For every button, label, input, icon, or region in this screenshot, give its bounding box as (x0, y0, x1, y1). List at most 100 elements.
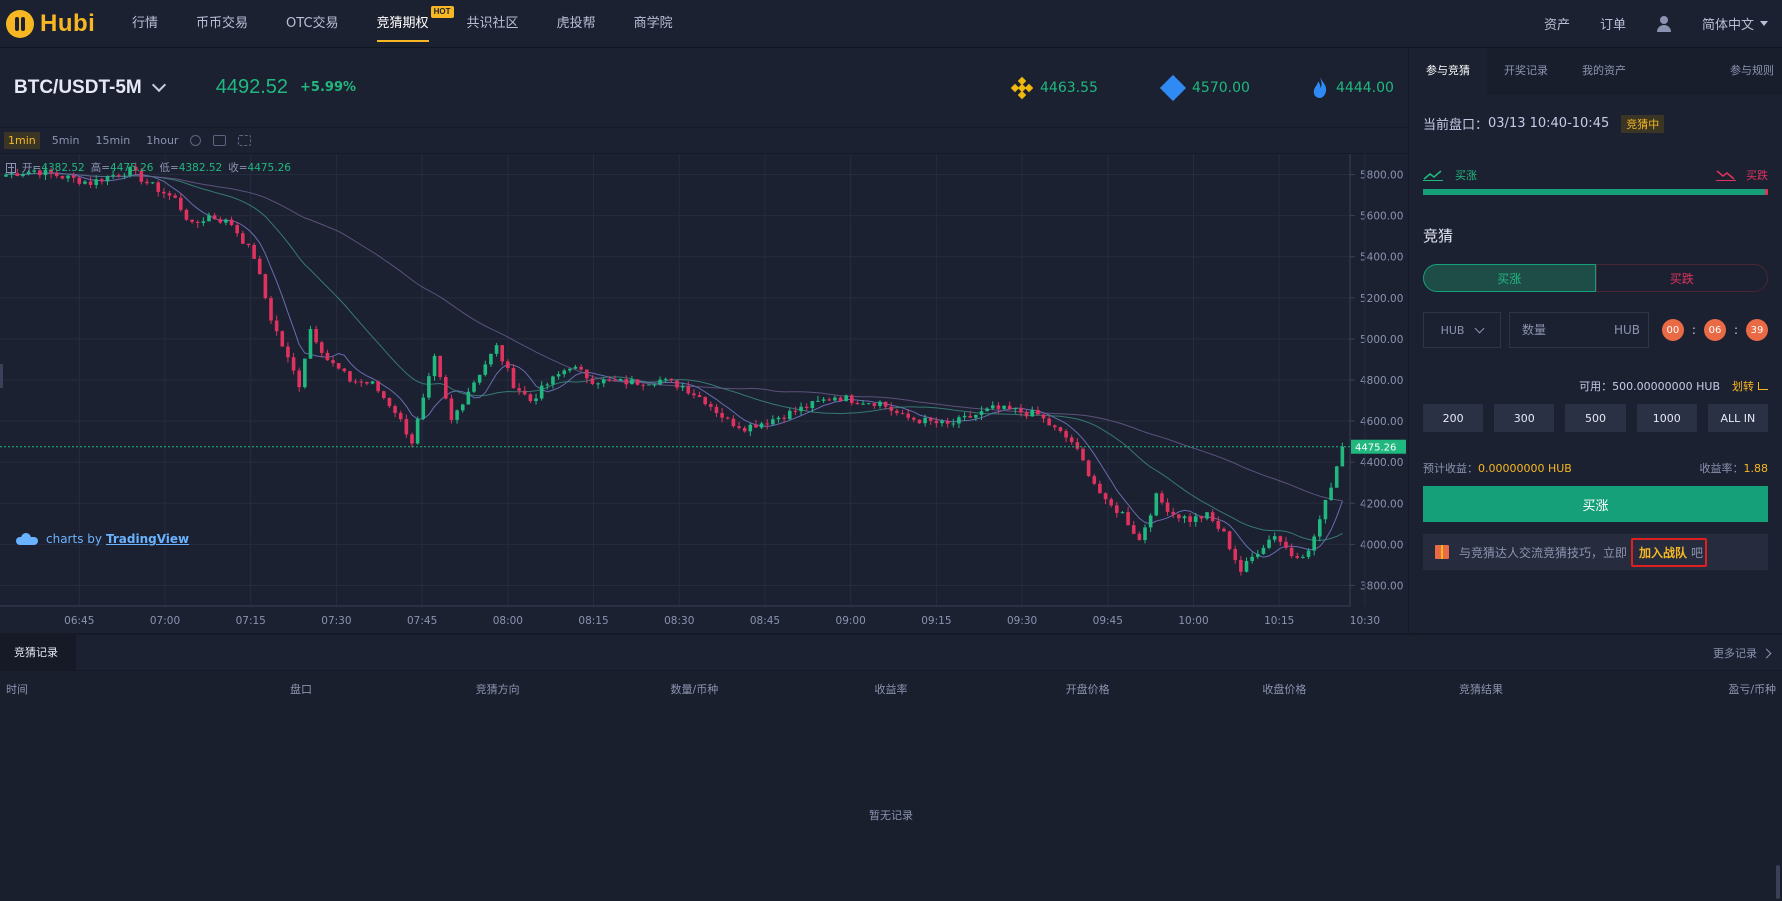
nav-options[interactable]: 竞猜期权 HOT (376, 0, 454, 48)
tradingview-link[interactable]: TradingView (106, 532, 189, 546)
amount-all-in-button[interactable]: ALL IN (1707, 404, 1769, 432)
sentiment-down-label: 买跌 (1746, 169, 1768, 182)
col-rate: 收益率 (874, 683, 908, 696)
amount-200-button[interactable]: 200 (1423, 404, 1484, 432)
tab-participate[interactable]: 参与竞猜 (1409, 47, 1487, 94)
round-time: 03/13 10:40-10:45 (1488, 116, 1610, 131)
candle-body (472, 382, 476, 392)
ohlc-high-label: 高= (90, 162, 111, 174)
nav-market[interactable]: 行情 (132, 0, 158, 48)
ohlc-close-label: 收= (228, 162, 248, 174)
tab-bet-records[interactable]: 竞猜记录 (0, 634, 76, 671)
nav-otc[interactable]: OTC交易 (286, 0, 339, 48)
indicators-icon[interactable] (213, 135, 227, 146)
candle-body (1002, 405, 1006, 409)
hubi-logo[interactable]: Hubi (6, 9, 132, 38)
candle-body (494, 345, 499, 354)
y-tick-label: 5000.00 (1360, 334, 1403, 346)
direction-toggle: 买涨 买跌 (1423, 264, 1768, 292)
candle-body (297, 370, 302, 388)
direction-up-button[interactable]: 买涨 (1423, 264, 1596, 292)
language-select[interactable]: 简体中文 (1702, 14, 1768, 33)
quantity-field[interactable]: HUB (1509, 312, 1649, 348)
pair-name: BTC/USDT-5M (14, 76, 142, 98)
round-status-badge: 竞猜中 (1621, 114, 1665, 133)
scrollbar-thumb[interactable] (1776, 865, 1780, 899)
tab-my-assets[interactable]: 我的资产 (1565, 48, 1643, 94)
candle-body (979, 411, 984, 415)
direction-down-button[interactable]: 买跌 (1595, 264, 1768, 292)
candle-body (630, 379, 634, 385)
candle-body (331, 360, 335, 364)
ohlc-high: 4475.26 (110, 161, 154, 174)
nav-community[interactable]: 共识社区 (467, 0, 519, 48)
countdown-sep: : (1691, 323, 1696, 337)
candle-body (415, 418, 420, 444)
tradingview-credit[interactable]: charts by TradingView (16, 532, 189, 546)
candle-body (1086, 460, 1091, 477)
plus-icon[interactable] (6, 162, 16, 173)
quantity-input[interactable] (1522, 323, 1614, 337)
candle-body (1329, 487, 1333, 500)
y-tick-label: 4400.00 (1360, 457, 1403, 469)
candle-body (410, 434, 414, 444)
candle-body (940, 420, 944, 424)
records-header: 竞猜记录 更多记录 (0, 634, 1782, 671)
pair-selector[interactable]: BTC/USDT-5M (14, 76, 166, 99)
candle-body (838, 397, 843, 401)
currency-select[interactable]: HUB (1423, 312, 1501, 348)
candle-body (1081, 448, 1085, 461)
buy-up-button[interactable]: 买涨 (1423, 486, 1768, 522)
candle-body (596, 383, 600, 385)
interval-1hour[interactable]: 1hour (142, 132, 182, 149)
transfer-link[interactable]: 划转 (1732, 378, 1768, 394)
candle-body (1210, 512, 1215, 521)
tab-draw-records[interactable]: 开奖记录 (1487, 48, 1565, 94)
candle-body (833, 397, 837, 401)
candle-body (432, 355, 437, 377)
nav-options-label: 竞猜期权 (376, 15, 429, 31)
nav-hutoubang[interactable]: 虎投帮 (557, 0, 596, 48)
join-team-link[interactable]: 加入战队 (1639, 544, 1687, 561)
nav-orders[interactable]: 订单 (1600, 14, 1626, 33)
candle-body (359, 381, 364, 383)
candle-body (686, 386, 691, 394)
more-records-link[interactable]: 更多记录 (1713, 635, 1772, 671)
candle-body (1177, 514, 1181, 519)
candle-body (483, 364, 488, 375)
candle-body (692, 393, 696, 396)
nav-academy[interactable]: 商学院 (634, 0, 673, 48)
interval-15min[interactable]: 15min (92, 132, 135, 149)
candlestick-chart[interactable]: 5800.00 5600.00 5400.00 5200.00 5000.00 4800.… (0, 154, 1408, 632)
candle-body (725, 417, 730, 419)
interval-5min[interactable]: 5min (48, 132, 84, 149)
rules-link[interactable]: 参与规则 (1730, 48, 1774, 94)
candle-body (381, 391, 386, 398)
candle-body (1041, 414, 1046, 419)
candle-body (274, 320, 279, 332)
candle-body (816, 400, 820, 402)
chart-area[interactable]: 开= 4382.52 高= 4475.26 低= 4382.52 收= 4475… (0, 154, 1408, 632)
candle-body (1052, 425, 1057, 428)
settings-gear-icon[interactable] (190, 135, 202, 146)
interval-1min[interactable]: 1min (4, 132, 40, 149)
candle-body (314, 329, 318, 343)
candle-body (680, 386, 685, 388)
candle-body (804, 406, 809, 409)
nav-assets[interactable]: 资产 (1544, 14, 1570, 33)
nav-spot-trading[interactable]: 币币交易 (196, 0, 248, 48)
candle-body (1306, 550, 1311, 557)
candle-body (60, 176, 65, 179)
candle-body (1007, 405, 1012, 410)
round-label: 当前盘口： (1423, 118, 1489, 133)
col-time: 时间 (6, 683, 28, 696)
candle-body (145, 181, 149, 184)
moving-average-line (5, 172, 1343, 558)
amount-1000-button[interactable]: 1000 (1636, 404, 1697, 432)
fullscreen-icon[interactable] (238, 135, 252, 146)
x-tick-label: 09:15 (921, 615, 951, 627)
candle-body (968, 415, 973, 418)
amount-300-button[interactable]: 300 (1494, 404, 1555, 432)
amount-500-button[interactable]: 500 (1565, 404, 1626, 432)
user-icon[interactable] (1656, 15, 1672, 32)
